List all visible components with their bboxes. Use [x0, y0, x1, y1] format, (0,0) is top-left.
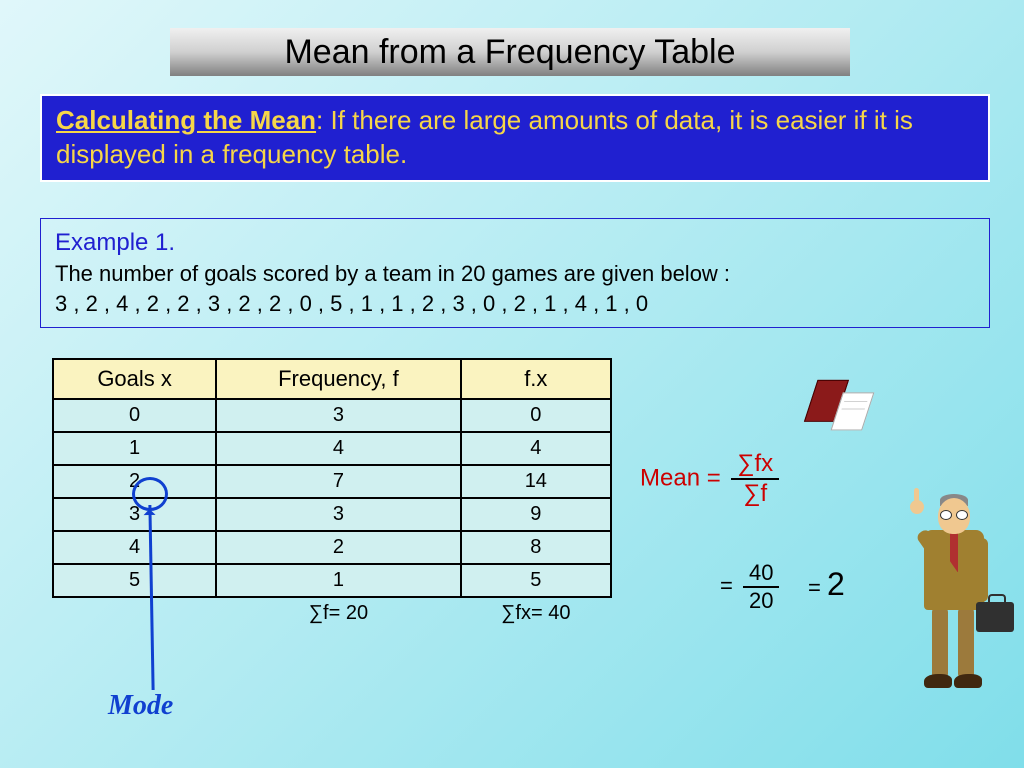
- cell-x: 4: [53, 531, 216, 564]
- cell-f: 7: [216, 465, 460, 498]
- cell-fx: 9: [461, 498, 611, 531]
- calc-eq2: =: [808, 575, 821, 600]
- example-prompt: The number of goals scored by a team in …: [55, 259, 975, 289]
- cell-x: 0: [53, 399, 216, 432]
- cell-fx: 5: [461, 564, 611, 597]
- cell-f: 3: [216, 498, 460, 531]
- slide-title: Mean from a Frequency Table: [170, 28, 850, 76]
- cell-x: 2: [53, 465, 216, 498]
- col-header-x: Goals x: [53, 359, 216, 399]
- calc-result: = 2: [808, 566, 845, 603]
- calc-fraction: = 40 20: [720, 560, 779, 614]
- mean-formula: Mean = ∑fx ∑f: [640, 450, 779, 508]
- example-box: Example 1. The number of goals scored by…: [40, 218, 990, 328]
- calc-numerator: 40: [743, 560, 779, 588]
- table-row: 1 4 4: [53, 432, 611, 465]
- cell-f: 1: [216, 564, 460, 597]
- calc-denominator: 20: [743, 588, 779, 614]
- sum-fx: ∑fx= 40: [461, 597, 611, 629]
- cell-x: 1: [53, 432, 216, 465]
- formula-numerator: ∑fx: [731, 450, 779, 480]
- sum-f: ∑f= 20: [216, 597, 460, 629]
- cell-fx: 14: [461, 465, 611, 498]
- col-header-fx: f.x: [461, 359, 611, 399]
- table-row: 0 3 0: [53, 399, 611, 432]
- table-row: 4 2 8: [53, 531, 611, 564]
- calc-result-value: 2: [827, 566, 845, 602]
- cell-x: 3: [53, 498, 216, 531]
- calc-eq1: =: [720, 573, 733, 598]
- cell-fx: 8: [461, 531, 611, 564]
- table-row: 2 7 14: [53, 465, 611, 498]
- table-row: 5 1 5: [53, 564, 611, 597]
- frequency-table: Goals x Frequency, f f.x 0 3 0 1 4 4 2 7…: [52, 358, 612, 629]
- intro-lead: Calculating the Mean: [56, 105, 316, 135]
- cell-f: 3: [216, 399, 460, 432]
- cell-x: 5: [53, 564, 216, 597]
- book-icon: [804, 375, 880, 440]
- mode-label: Mode: [108, 690, 173, 722]
- example-data-list: 3 , 2 , 4 , 2 , 2 , 3 , 2 , 2 , 0 , 5 , …: [55, 289, 975, 319]
- table-row: 3 3 9: [53, 498, 611, 531]
- intro-box: Calculating the Mean: If there are large…: [40, 94, 990, 182]
- cell-fx: 4: [461, 432, 611, 465]
- formula-denominator: ∑f: [731, 480, 779, 508]
- col-header-f: Frequency, f: [216, 359, 460, 399]
- cell-f: 2: [216, 531, 460, 564]
- thinking-man-icon: [890, 490, 1010, 710]
- example-label: Example 1.: [55, 227, 975, 259]
- cell-fx: 0: [461, 399, 611, 432]
- mean-label: Mean =: [640, 464, 721, 491]
- cell-f: 4: [216, 432, 460, 465]
